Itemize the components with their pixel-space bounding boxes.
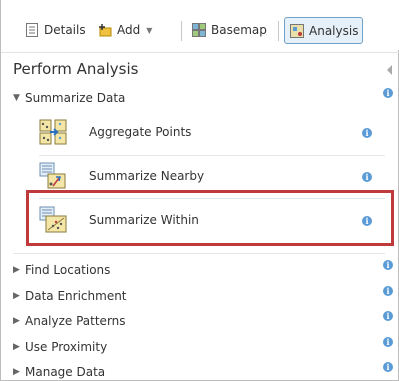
info-icon[interactable]: i	[383, 311, 393, 321]
section-use-proximity[interactable]: ▶ Use Proximity	[13, 340, 107, 354]
section-divider	[13, 253, 385, 254]
info-icon[interactable]: i	[383, 88, 393, 98]
info-icon[interactable]: i	[383, 260, 393, 270]
tool-label: Aggregate Points	[89, 125, 192, 139]
add-button[interactable]: Add ▼	[98, 16, 152, 44]
tool-aggregate-points[interactable]: Aggregate Points	[39, 118, 191, 146]
info-icon[interactable]: i	[383, 362, 393, 372]
tool-label: Summarize Nearby	[89, 169, 205, 183]
panel-title: Perform Analysis	[13, 60, 139, 78]
basemap-icon	[192, 23, 206, 37]
section-label: Use Proximity	[25, 340, 108, 354]
chevron-right-icon: ▶	[13, 291, 20, 301]
aggregate-points-icon	[39, 118, 67, 146]
analysis-panel: Details Add ▼ Basemap Analysis Perform A…	[0, 0, 399, 381]
chevron-right-icon: ▶	[13, 265, 20, 275]
toolbar-divider	[278, 21, 279, 41]
row-divider	[39, 155, 385, 156]
info-icon[interactable]: i	[383, 337, 393, 347]
details-button[interactable]: Details	[25, 16, 86, 44]
analysis-icon	[290, 23, 304, 38]
section-summarize-data[interactable]: ▼ Summarize Data	[13, 91, 125, 105]
section-manage-data[interactable]: ▶ Manage Data	[13, 365, 105, 379]
basemap-label: Basemap	[211, 23, 267, 37]
collapse-panel-icon[interactable]	[387, 65, 392, 75]
section-label: Summarize Data	[25, 91, 126, 105]
details-label: Details	[44, 23, 86, 37]
analysis-button[interactable]: Analysis	[284, 17, 363, 44]
add-label: Add	[117, 23, 141, 37]
section-label: Data Enrichment	[25, 289, 127, 303]
info-icon[interactable]: i	[362, 172, 372, 182]
chevron-right-icon: ▶	[13, 367, 20, 377]
section-label: Find Locations	[25, 263, 111, 277]
info-icon[interactable]: i	[383, 286, 393, 296]
section-find-locations[interactable]: ▶ Find Locations	[13, 263, 110, 277]
toolbar-divider	[181, 21, 182, 41]
section-label: Analyze Patterns	[25, 314, 126, 328]
chevron-down-icon: ▼	[13, 93, 20, 103]
toolbar: Details Add ▼ Basemap Analysis	[1, 0, 399, 50]
highlight-box	[26, 190, 394, 246]
chevron-down-icon: ▼	[146, 25, 153, 35]
tool-summarize-nearby[interactable]: Summarize Nearby	[39, 162, 204, 190]
add-data-icon	[98, 23, 112, 37]
summarize-nearby-icon	[39, 162, 67, 190]
section-analyze-patterns[interactable]: ▶ Analyze Patterns	[13, 314, 126, 328]
info-icon[interactable]: i	[362, 128, 372, 138]
section-data-enrichment[interactable]: ▶ Data Enrichment	[13, 289, 127, 303]
details-icon	[25, 23, 39, 37]
chevron-right-icon: ▶	[13, 342, 20, 352]
analysis-label: Analysis	[309, 23, 359, 38]
basemap-button[interactable]: Basemap	[192, 16, 267, 44]
section-label: Manage Data	[25, 365, 106, 379]
chevron-right-icon: ▶	[13, 316, 20, 326]
panel-separator	[1, 52, 399, 53]
